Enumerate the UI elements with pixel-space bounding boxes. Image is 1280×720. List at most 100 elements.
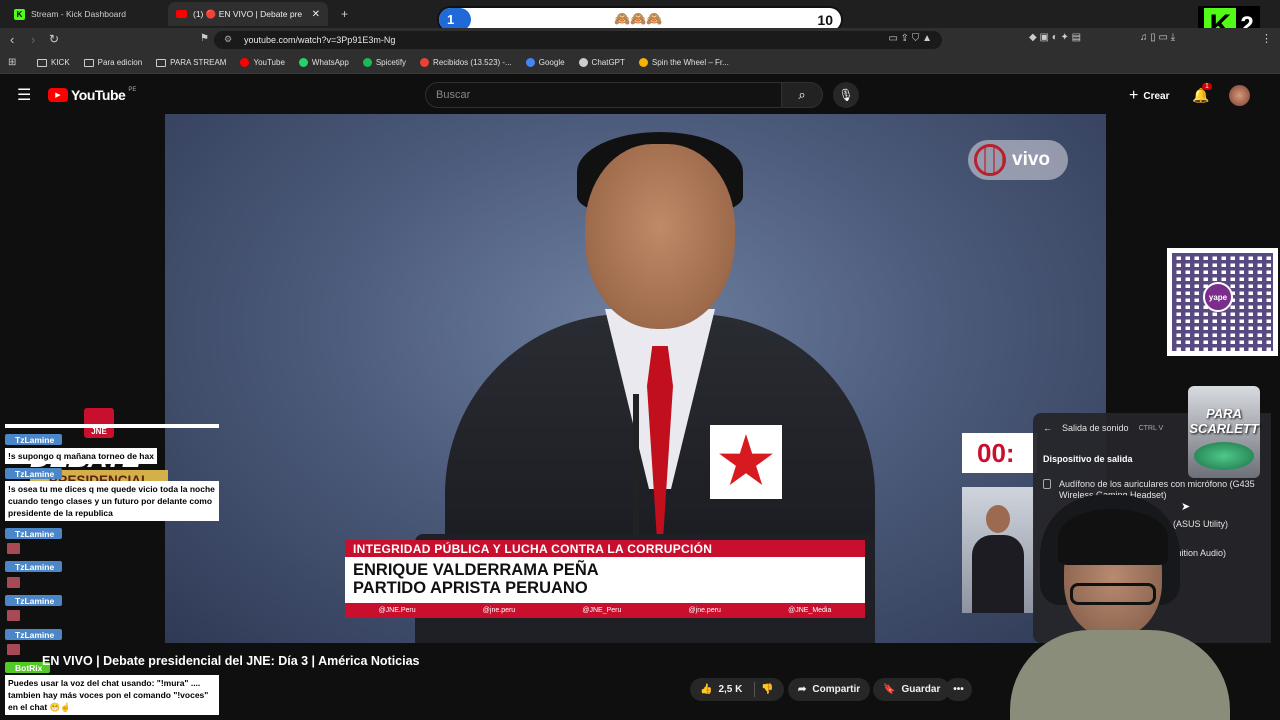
tiktok-handle: @jne.peru <box>688 607 721 614</box>
folder-icon <box>156 58 167 67</box>
url-text: youtube.com/watch?v=3Pp91E3m-Ng <box>244 35 396 45</box>
instagram-handle: @jne.peru <box>482 607 516 614</box>
vivo-label: vivo <box>1012 149 1051 170</box>
chat-emote-icon <box>7 610 20 621</box>
chat-divider <box>5 424 219 428</box>
hamburger-menu-icon[interactable]: ☰ <box>17 85 31 105</box>
apra-party-logo <box>710 425 782 499</box>
bookmark-label: KICK <box>51 58 70 67</box>
chat-message: !s osea tu me dices q me quede vicio tod… <box>5 481 219 521</box>
youtube-handle: @JNE_Media <box>788 607 832 614</box>
thumbs-down-icon[interactable]: 👎 <box>761 684 773 695</box>
yape-qr-code: yape <box>1167 248 1278 356</box>
bookmark-spin-wheel[interactable]: Spin the Wheel – Fr... <box>632 58 736 67</box>
candidate-party: PARTIDO APRISTA PERUANO <box>353 579 588 597</box>
bookmark-chatgpt[interactable]: ChatGPT <box>572 58 632 67</box>
thumbs-up-icon: 👍 <box>700 684 713 695</box>
create-label: Crear <box>1143 90 1170 102</box>
chat-username: TzLamine <box>5 629 63 640</box>
streamer-shirt <box>1010 630 1230 720</box>
bookmark-youtube[interactable]: YouTube <box>233 58 291 67</box>
sound-panel-title: Salida de sonido <box>1062 423 1129 433</box>
progress-right-count: 10 <box>817 12 833 28</box>
youtube-logo[interactable]: ▶ YouTube PE <box>48 87 136 103</box>
more-actions-button[interactable]: ••• <box>945 678 972 701</box>
forward-icon[interactable]: › <box>31 32 35 47</box>
bookmark-google[interactable]: Google <box>519 58 572 67</box>
apra-star-icon <box>719 434 773 485</box>
media-controls-icon[interactable]: ♫ ▯ ▭ ⤓ <box>1140 32 1175 43</box>
reload-icon[interactable]: ↻ <box>49 32 59 46</box>
plus-icon: + <box>1129 87 1139 104</box>
url-bar[interactable]: ⚙ youtube.com/watch?v=3Pp91E3m-Ng ▭ ⇪ ⛉ … <box>214 31 942 49</box>
podium-microphone <box>633 394 639 534</box>
bookmark-gmail[interactable]: Recibidos (13.523) -... <box>413 58 519 67</box>
youtube-icon <box>240 58 250 67</box>
candidate-name: ENRIQUE VALDERRAMA PEÑA <box>353 561 599 579</box>
search-placeholder: Buscar <box>436 89 471 101</box>
tab-youtube-live[interactable]: (1) 🔴 EN VIVO | Debate pre ✕ <box>168 2 328 26</box>
yape-logo-icon: yape <box>1203 282 1233 312</box>
chat-message-bot: Puedes usar la voz del chat usando: "!mu… <box>5 675 219 715</box>
bookmark-spicetify[interactable]: Spicetify <box>356 58 413 67</box>
site-info-icon[interactable]: ⚙ <box>224 34 232 45</box>
notifications-bell-icon[interactable]: 🔔 1 <box>1192 83 1212 104</box>
close-tab-icon[interactable]: ✕ <box>312 9 320 20</box>
bookmark-para-stream[interactable]: PARA STREAM <box>149 58 233 67</box>
bookmarks-bar: ⊞ KICK Para edicion PARA STREAM YouTube … <box>0 52 1280 74</box>
video-title: EN VIVO | Debate presidencial del JNE: D… <box>42 654 420 668</box>
bookmark-star-icon[interactable]: ⚑ <box>200 33 209 44</box>
google-icon <box>525 58 535 67</box>
america-globe-icon <box>974 144 1006 176</box>
chat-username: TzLamine <box>5 528 63 539</box>
youtube-wordmark: YouTube <box>71 87 126 103</box>
bookmark-label: Spicetify <box>375 58 407 67</box>
share-arrow-icon: ➦ <box>798 684 807 695</box>
jne-logo: JNE <box>84 408 114 438</box>
streamer-webcam <box>1000 495 1240 720</box>
folder-icon <box>37 58 47 67</box>
address-actions-icon[interactable]: ▭ ⇪ ⛉ ▲ <box>888 33 932 44</box>
tab-kick-dashboard[interactable]: K Stream - Kick Dashboard <box>6 2 166 26</box>
bookmark-label: ChatGPT <box>591 58 625 67</box>
bookmark-label: PARA STREAM <box>170 58 227 67</box>
scarlett-label: SCARLETT <box>1189 421 1259 436</box>
search-button[interactable]: ⌕ <box>781 82 823 108</box>
bookmark-whatsapp[interactable]: WhatsApp <box>292 58 356 67</box>
wheel-icon <box>638 58 648 67</box>
browser-menu-icon[interactable]: ⋮ <box>1261 32 1272 45</box>
search-icon: ⌕ <box>798 87 806 102</box>
new-tab-button[interactable]: + <box>333 2 353 26</box>
bookmark-kick[interactable]: KICK <box>30 58 77 67</box>
para-scarlett-cup: PARA SCARLETT <box>1188 386 1260 478</box>
social-handles: @JNE.Peru @jne.peru @JNE_Peru @jne.peru … <box>345 603 865 618</box>
save-button[interactable]: 🔖 Guardar <box>873 678 951 701</box>
lower-third: INTEGRIDAD PÚBLICA Y LUCHA CONTRA LA COR… <box>345 540 945 622</box>
chatgpt-icon <box>578 58 588 67</box>
avatar[interactable] <box>1229 85 1250 106</box>
search-input[interactable]: Buscar <box>425 82 782 108</box>
back-icon[interactable]: ‹ <box>10 32 14 47</box>
bookmark-para-edicion[interactable]: Para edicion <box>77 58 149 67</box>
more-dots-icon: ••• <box>953 684 964 695</box>
like-button[interactable]: 👍 2,5 K 👎 <box>690 678 784 701</box>
bookmark-label: WhatsApp <box>311 58 349 67</box>
extensions-icon[interactable]: ◆ ▣ ◐ ✦ ▤ <box>1029 32 1081 43</box>
candidate-card: ENRIQUE VALDERRAMA PEÑA PARTIDO APRISTA … <box>345 557 865 603</box>
chat-emote-icon <box>7 577 20 588</box>
shortcut-key-ctrl: CTRL <box>1138 424 1157 432</box>
create-button[interactable]: + Crear <box>1129 87 1169 105</box>
voice-search-mic-icon[interactable]: 🎙 <box>833 82 859 108</box>
chat-username: TzLamine <box>5 434 63 445</box>
share-button[interactable]: ➦ Compartir <box>788 678 871 701</box>
back-arrow-icon[interactable]: ← <box>1043 423 1052 433</box>
notification-count-badge: 1 <box>1202 83 1212 90</box>
tab-label: (1) 🔴 EN VIVO | Debate pre <box>193 8 303 19</box>
chat-emote-icon <box>7 543 20 554</box>
apps-grid-icon[interactable]: ⊞ <box>8 57 16 68</box>
youtube-favicon-icon <box>176 10 187 18</box>
streamer-glasses <box>1070 583 1156 605</box>
headset-icon <box>1043 479 1051 489</box>
folder-icon <box>83 58 94 67</box>
region-code: PE <box>128 87 137 93</box>
